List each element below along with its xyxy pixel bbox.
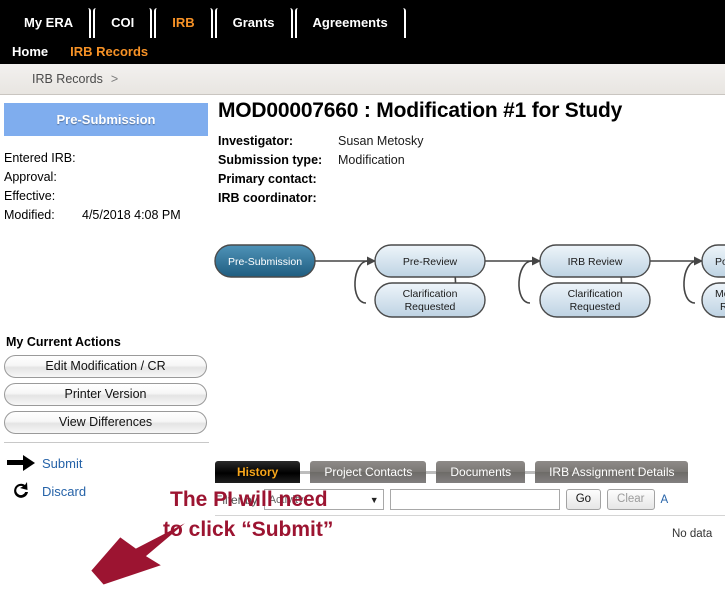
printer-version-button[interactable]: Printer Version <box>4 383 207 406</box>
info-value-submission-type: Modification <box>338 153 405 167</box>
discard-action-row[interactable]: Discard <box>4 477 211 505</box>
chevron-down-icon: ▼ <box>369 494 379 505</box>
date-value-modified: 4/5/2018 4:08 PM <box>82 208 181 222</box>
info-row-primary-contact: Primary contact: <box>218 170 725 189</box>
filter-field-select[interactable]: Activity ▼ <box>263 489 384 510</box>
date-row-effective: Effective: <box>4 187 209 206</box>
top-navigation-bar: My ERA COI IRB Grants Agreements <box>0 0 725 38</box>
main-tab-list: My ERA COI IRB Grants Agreements <box>0 0 725 38</box>
page-title: MOD00007660 : Modification #1 for Study <box>218 99 623 122</box>
main-tab-my-era[interactable]: My ERA <box>8 8 92 38</box>
content-tab-list: History Project Contacts Documents IRB A… <box>215 461 689 483</box>
clear-button[interactable]: Clear <box>607 489 655 510</box>
table-top-rule <box>215 515 725 516</box>
info-label-investigator: Investigator: <box>218 134 294 148</box>
tab-documents[interactable]: Documents <box>436 461 526 483</box>
discard-link[interactable]: Discard <box>42 484 86 499</box>
workflow-node-pre-review: Pre-Review <box>403 256 458 268</box>
date-label-approval: Approval: <box>4 170 57 184</box>
tab-connector <box>426 461 437 483</box>
main-tab-grants[interactable]: Grants <box>214 8 293 38</box>
workflow-node-clarification-requested-2: Clarification <box>568 288 623 300</box>
undo-circle-icon <box>4 481 38 501</box>
advanced-filter-link[interactable]: A <box>661 494 669 506</box>
actions-heading: My Current Actions <box>6 335 121 349</box>
main-tab-agreements[interactable]: Agreements <box>294 8 406 38</box>
info-row-irb-coordinator: IRB coordinator: <box>218 189 725 208</box>
edit-modification-cr-button[interactable]: Edit Modification / CR <box>4 355 207 378</box>
sub-navigation-bar: Home IRB Records <box>0 38 725 64</box>
workflow-node-clarification-requested-1-line2: Requested <box>405 301 456 313</box>
info-row-investigator: Investigator: Susan Metosky <box>218 132 725 151</box>
annotation-line-2: to click “Submit” <box>163 518 334 541</box>
actions-divider <box>4 442 209 443</box>
record-info-list: Investigator: Susan Metosky Submission t… <box>218 132 725 208</box>
workflow-node-post-review: Post-R <box>715 256 725 268</box>
workflow-node-modifications-requested: Modific <box>715 288 725 300</box>
date-row-modified: Modified: 4/5/2018 4:08 PM <box>4 206 209 225</box>
submit-action-row[interactable]: Submit <box>4 449 211 477</box>
main-tab-irb[interactable]: IRB <box>154 8 213 38</box>
view-differences-button[interactable]: View Differences <box>4 411 207 434</box>
workflow-node-pre-submission: Pre-Submission <box>228 256 302 268</box>
status-badge: Pre-Submission <box>4 103 208 136</box>
info-label-irb-coordinator: IRB coordinator: <box>218 191 317 205</box>
empty-state-message: No data <box>672 528 713 540</box>
info-row-submission-type: Submission type: Modification <box>218 151 725 170</box>
filter-by-label: Filter by <box>215 492 258 507</box>
workflow-node-clarification-requested-2-line2: Requested <box>570 301 621 313</box>
info-label-primary-contact: Primary contact: <box>218 172 317 186</box>
date-row-approval: Approval: <box>4 168 209 187</box>
arrow-right-icon <box>4 454 38 472</box>
info-value-investigator: Susan Metosky <box>338 134 424 148</box>
date-label-effective: Effective: <box>4 189 56 203</box>
tab-irb-assignment-details[interactable]: IRB Assignment Details <box>535 461 689 483</box>
breadcrumb-item-irb-records[interactable]: IRB Records <box>32 72 103 86</box>
record-header: MOD00007660 : Modification #1 for Study … <box>218 99 725 208</box>
filter-field-selected-value: Activity <box>268 493 304 506</box>
date-label-modified: Modified: <box>4 208 55 222</box>
subnav-item-home[interactable]: Home <box>12 44 48 59</box>
submit-link[interactable]: Submit <box>42 456 82 471</box>
filter-toolbar: Filter by Activity ▼ Go Clear A <box>215 489 668 510</box>
go-button[interactable]: Go <box>565 489 602 510</box>
info-label-submission-type: Submission type: <box>218 153 323 167</box>
breadcrumb: IRB Records > <box>0 64 725 95</box>
tab-connector <box>525 461 536 483</box>
tab-history[interactable]: History <box>215 461 301 483</box>
workflow-node-clarification-requested-1: Clarification <box>403 288 458 300</box>
workflow-node-irb-review: IRB Review <box>568 256 623 268</box>
my-current-actions-panel: My Current Actions Edit Modification / C… <box>4 335 211 505</box>
main-tab-coi[interactable]: COI <box>93 8 153 38</box>
tab-connector <box>300 461 311 483</box>
filter-text-input[interactable] <box>389 489 560 510</box>
subnav-item-irb-records[interactable]: IRB Records <box>70 44 148 59</box>
workflow-node-modifications-requested-line2: Requ <box>720 301 725 313</box>
workflow-diagram: Pre-Submission Pre-Review Clarification … <box>210 233 725 318</box>
date-row-entered-irb: Entered IRB: <box>4 149 209 168</box>
date-summary-list: Entered IRB: Approval: Effective: Modifi… <box>4 149 209 225</box>
breadcrumb-separator-icon: > <box>110 72 119 86</box>
tab-project-contacts[interactable]: Project Contacts <box>310 461 427 483</box>
date-label-entered-irb: Entered IRB: <box>4 151 76 165</box>
annotation-arrow-icon <box>88 515 188 602</box>
